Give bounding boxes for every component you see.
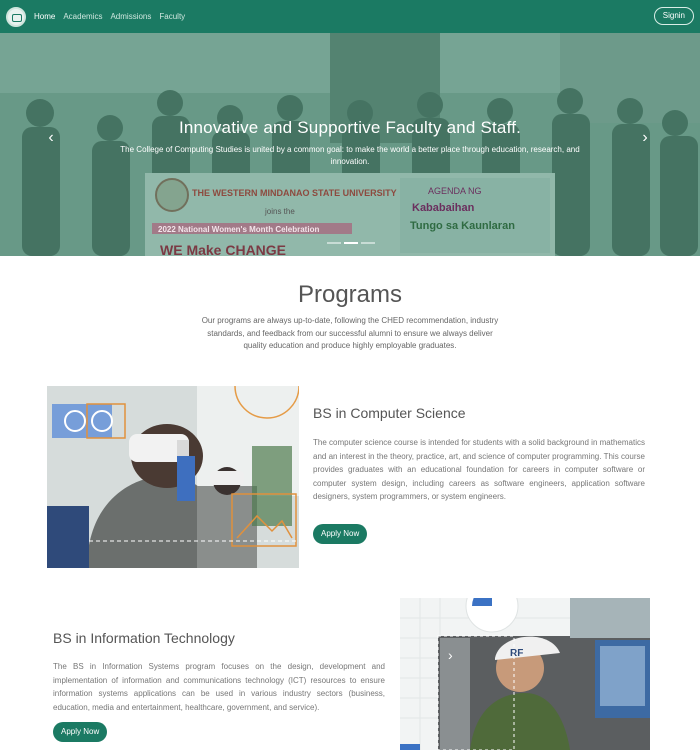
cs-program-image — [47, 386, 299, 568]
signin-button[interactable]: Signin — [653, 7, 694, 25]
cs-apply-now-button[interactable]: Apply Now — [313, 524, 368, 544]
it-program-title: BS in Information Technology — [53, 630, 235, 646]
it-program-image: RF › — [400, 598, 650, 750]
programs-description: Our programs are always up-to-date, foll… — [201, 316, 499, 350]
nav-link-academics[interactable]: Academics — [63, 12, 102, 21]
carousel-indicator-2[interactable] — [344, 242, 358, 244]
svg-text:›: › — [448, 647, 453, 663]
banner-university: THE WESTERN MINDANAO STATE UNIVERSITY — [192, 188, 397, 198]
top-navbar: Home Academics Admissions Faculty Signin — [0, 0, 700, 33]
nav-link-faculty[interactable]: Faculty — [159, 12, 185, 21]
hero-title: Innovative and Supportive Faculty and St… — [178, 118, 522, 137]
nav-links: Home Academics Admissions Faculty — [34, 12, 185, 21]
nav-link-admissions[interactable]: Admissions — [110, 12, 151, 21]
carousel-indicators — [327, 242, 375, 244]
nav-link-home[interactable]: Home — [34, 12, 55, 21]
banner-agenda: AGENDA NG — [428, 186, 482, 196]
banner-kababaihan: Kababaihan — [412, 202, 475, 214]
hero-carousel: THE WESTERN MINDANAO STATE UNIVERSITY jo… — [0, 33, 700, 256]
cs-program-description: The computer science course is intended … — [313, 438, 645, 501]
banner-slogan: WE Make CHANGE — [160, 242, 286, 256]
carousel-indicator-1[interactable] — [327, 242, 341, 244]
ccs-logo-icon[interactable] — [6, 6, 26, 27]
programs-title: Programs — [297, 281, 403, 308]
it-apply-now-button[interactable]: Apply Now — [53, 722, 108, 742]
svg-text:RF: RF — [510, 648, 523, 659]
banner-tungo: Tungo sa Kaunlaran — [410, 220, 515, 232]
cs-program-title: BS in Computer Science — [313, 405, 466, 421]
carousel-indicator-3[interactable] — [361, 242, 375, 244]
it-program-description: The BS in Information Systems program fo… — [53, 662, 385, 712]
hero-subtitle: The College of Computing Studies is unit… — [120, 145, 580, 166]
banner-joins: joins the — [264, 207, 295, 216]
chevron-left-icon[interactable]: ‹ — [44, 130, 58, 146]
banner-celebration: 2022 National Women's Month Celebration — [158, 225, 319, 234]
chevron-right-icon[interactable]: › — [638, 130, 652, 146]
